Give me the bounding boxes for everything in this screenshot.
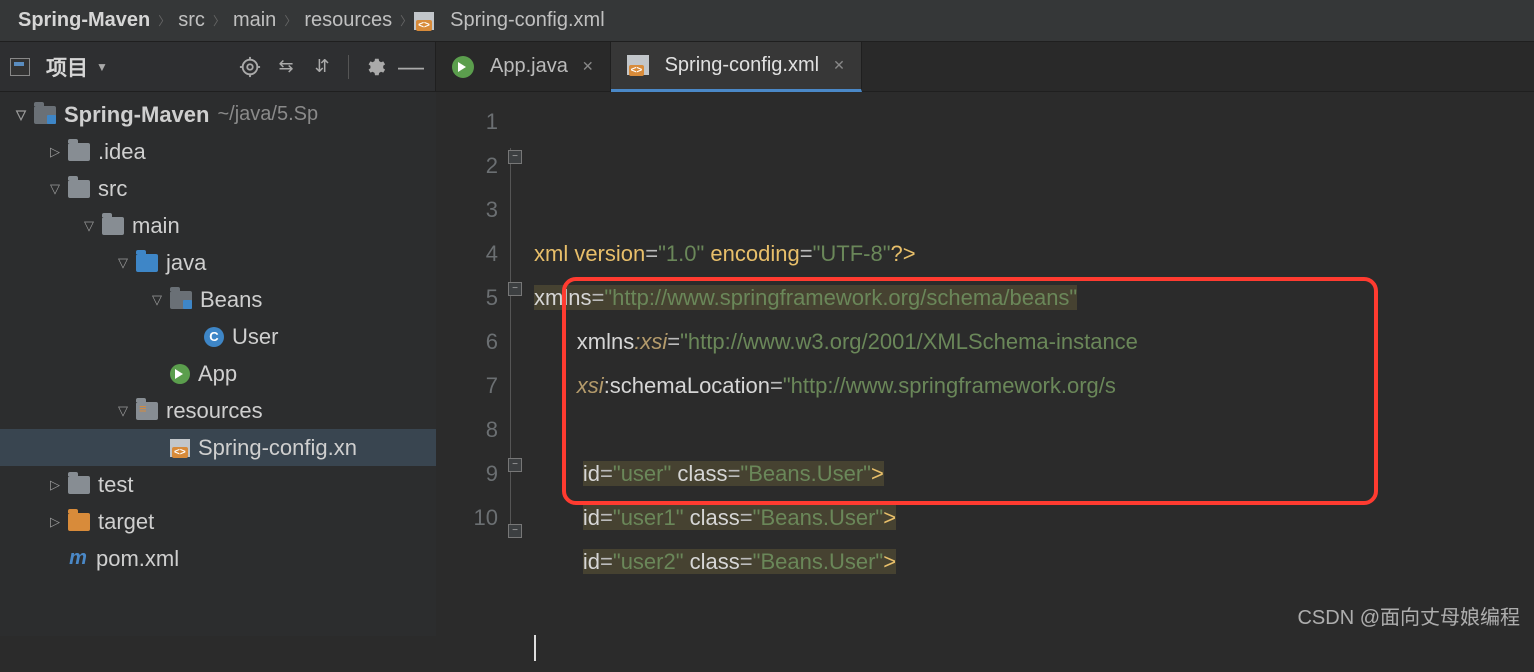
expand-arrow-icon[interactable]: ▽ [82, 218, 96, 234]
chevron-right-icon: 〉 [213, 12, 225, 29]
chevron-right-icon: 〉 [158, 12, 170, 29]
code-line[interactable]: xmlns:xsi="http://www.w3.org/2001/XMLSch… [534, 320, 1534, 364]
line-gutter: 12345678910 − − − − [436, 92, 526, 636]
fold-toggle-icon[interactable]: − [508, 150, 522, 164]
hide-icon[interactable]: — [397, 53, 425, 81]
tree-label: Beans [200, 287, 262, 313]
tree-label: test [98, 472, 133, 498]
dropdown-icon[interactable]: ▼ [96, 60, 108, 74]
line-number: 8 [436, 408, 498, 452]
project-tree[interactable]: ▽Spring-Maven~/java/5.Sp▷.idea▽src▽main▽… [0, 92, 436, 636]
expand-arrow-icon[interactable]: ▷ [48, 514, 62, 530]
line-number: 5 [436, 276, 498, 320]
line-number: 7 [436, 364, 498, 408]
tab-label: App.java [490, 55, 568, 78]
expand-arrow-icon[interactable]: ▷ [48, 144, 62, 160]
code-line[interactable]: xmlns="http://www.springframework.org/sc… [534, 276, 1534, 320]
tree-node[interactable]: ▷ target [0, 503, 436, 540]
tree-label: target [98, 509, 154, 535]
code-editor[interactable]: 12345678910 − − − − xml version="1.0" en… [436, 92, 1534, 636]
project-toolwindow-header: 项目 ▼ ⇆ ⇵ — [0, 42, 436, 91]
select-target-icon[interactable] [236, 53, 264, 81]
close-icon[interactable]: ✕ [582, 58, 594, 75]
watermark-text: CSDN @面向丈母娘编程 [1297, 601, 1520, 630]
code-line[interactable]: id="user1" class="Beans.User"> [534, 496, 1534, 540]
code-line[interactable]: id="user2" class="Beans.User"> [534, 540, 1534, 584]
tree-label: Spring-Maven [64, 102, 209, 128]
code-line[interactable] [534, 408, 1534, 452]
chevron-right-icon: 〉 [400, 12, 412, 29]
code-line[interactable] [534, 628, 1534, 672]
expand-arrow-icon[interactable]: ▽ [116, 255, 130, 271]
project-icon [10, 58, 30, 76]
main-split: ▽Spring-Maven~/java/5.Sp▷.idea▽src▽main▽… [0, 92, 1534, 636]
toolwindow-title[interactable]: 项目 [46, 52, 88, 82]
expand-arrow-icon[interactable]: ▽ [150, 292, 164, 308]
tree-node[interactable]: ▽ resources [0, 392, 436, 429]
fold-column: − − − − [504, 92, 522, 636]
tree-label: main [132, 213, 180, 239]
fold-toggle-icon[interactable]: − [508, 282, 522, 296]
fold-toggle-icon[interactable]: − [508, 524, 522, 538]
expand-arrow-icon[interactable]: ▽ [116, 403, 130, 419]
breadcrumb-item[interactable]: Spring-Maven [12, 7, 156, 34]
tree-node[interactable]: Spring-config.xn [0, 429, 436, 466]
line-number: 10 [436, 496, 498, 540]
tree-label: Spring-config.xn [198, 435, 357, 461]
toolbar-row: 项目 ▼ ⇆ ⇵ — App.java ✕ Spring-config.xml … [0, 42, 1534, 92]
xml-file-icon [627, 55, 649, 75]
expand-all-icon[interactable]: ⇆ [272, 53, 300, 81]
tree-node[interactable]: mpom.xml [0, 540, 436, 577]
tree-node[interactable]: ▽ src [0, 170, 436, 207]
line-number: 6 [436, 320, 498, 364]
line-number: 1 [436, 100, 498, 144]
chevron-right-icon: 〉 [284, 12, 296, 29]
separator [348, 55, 349, 79]
editor-tab-app-java[interactable]: App.java ✕ [436, 42, 611, 92]
breadcrumb-item[interactable]: Spring-config.xml [444, 7, 611, 34]
tree-label: User [232, 324, 278, 350]
expand-arrow-icon[interactable]: ▽ [48, 181, 62, 197]
editor-tab-spring-config[interactable]: Spring-config.xml ✕ [611, 42, 862, 92]
tree-node[interactable]: App [0, 355, 436, 392]
xml-file-icon [414, 12, 434, 30]
close-icon[interactable]: ✕ [833, 57, 845, 74]
tree-node[interactable]: ▽ java [0, 244, 436, 281]
tree-node[interactable]: ▽ Spring-Maven ~/java/5.Sp [0, 96, 436, 133]
tree-label: pom.xml [96, 546, 179, 572]
tree-node[interactable]: ▷ .idea [0, 133, 436, 170]
tab-label: Spring-config.xml [665, 54, 820, 77]
tree-node[interactable]: ▽ Beans [0, 281, 436, 318]
fold-toggle-icon[interactable]: − [508, 458, 522, 472]
tree-label: resources [166, 398, 263, 424]
line-number: 4 [436, 232, 498, 276]
tree-label: java [166, 250, 206, 276]
tree-node[interactable]: ▷ test [0, 466, 436, 503]
expand-arrow-icon[interactable]: ▽ [14, 107, 28, 123]
tree-sublabel: ~/java/5.Sp [217, 103, 318, 126]
collapse-all-icon[interactable]: ⇵ [308, 53, 336, 81]
editor-tabs: App.java ✕ Spring-config.xml ✕ [436, 42, 1534, 91]
breadcrumb-item[interactable]: src [172, 7, 211, 34]
breadcrumb-item[interactable]: main [227, 7, 282, 34]
java-file-icon [452, 56, 474, 78]
tree-label: .idea [98, 139, 146, 165]
code-line[interactable]: xsi:schemaLocation="http://www.springfra… [534, 364, 1534, 408]
code-line[interactable]: xml version="1.0" encoding="UTF-8"?> [534, 232, 1534, 276]
tree-node[interactable]: ▽ main [0, 207, 436, 244]
code-area[interactable]: xml version="1.0" encoding="UTF-8"?>xmln… [526, 92, 1534, 636]
breadcrumb-item[interactable]: resources [298, 7, 398, 34]
tree-label: App [198, 361, 237, 387]
code-line[interactable]: id="user" class="Beans.User"> [534, 452, 1534, 496]
gear-icon[interactable] [361, 53, 389, 81]
line-number: 3 [436, 188, 498, 232]
tree-node[interactable]: CUser [0, 318, 436, 355]
tree-label: src [98, 176, 127, 202]
line-number: 2 [436, 144, 498, 188]
breadcrumb: Spring-Maven 〉 src 〉 main 〉 resources 〉 … [0, 0, 1534, 42]
expand-arrow-icon[interactable]: ▷ [48, 477, 62, 493]
line-number: 9 [436, 452, 498, 496]
